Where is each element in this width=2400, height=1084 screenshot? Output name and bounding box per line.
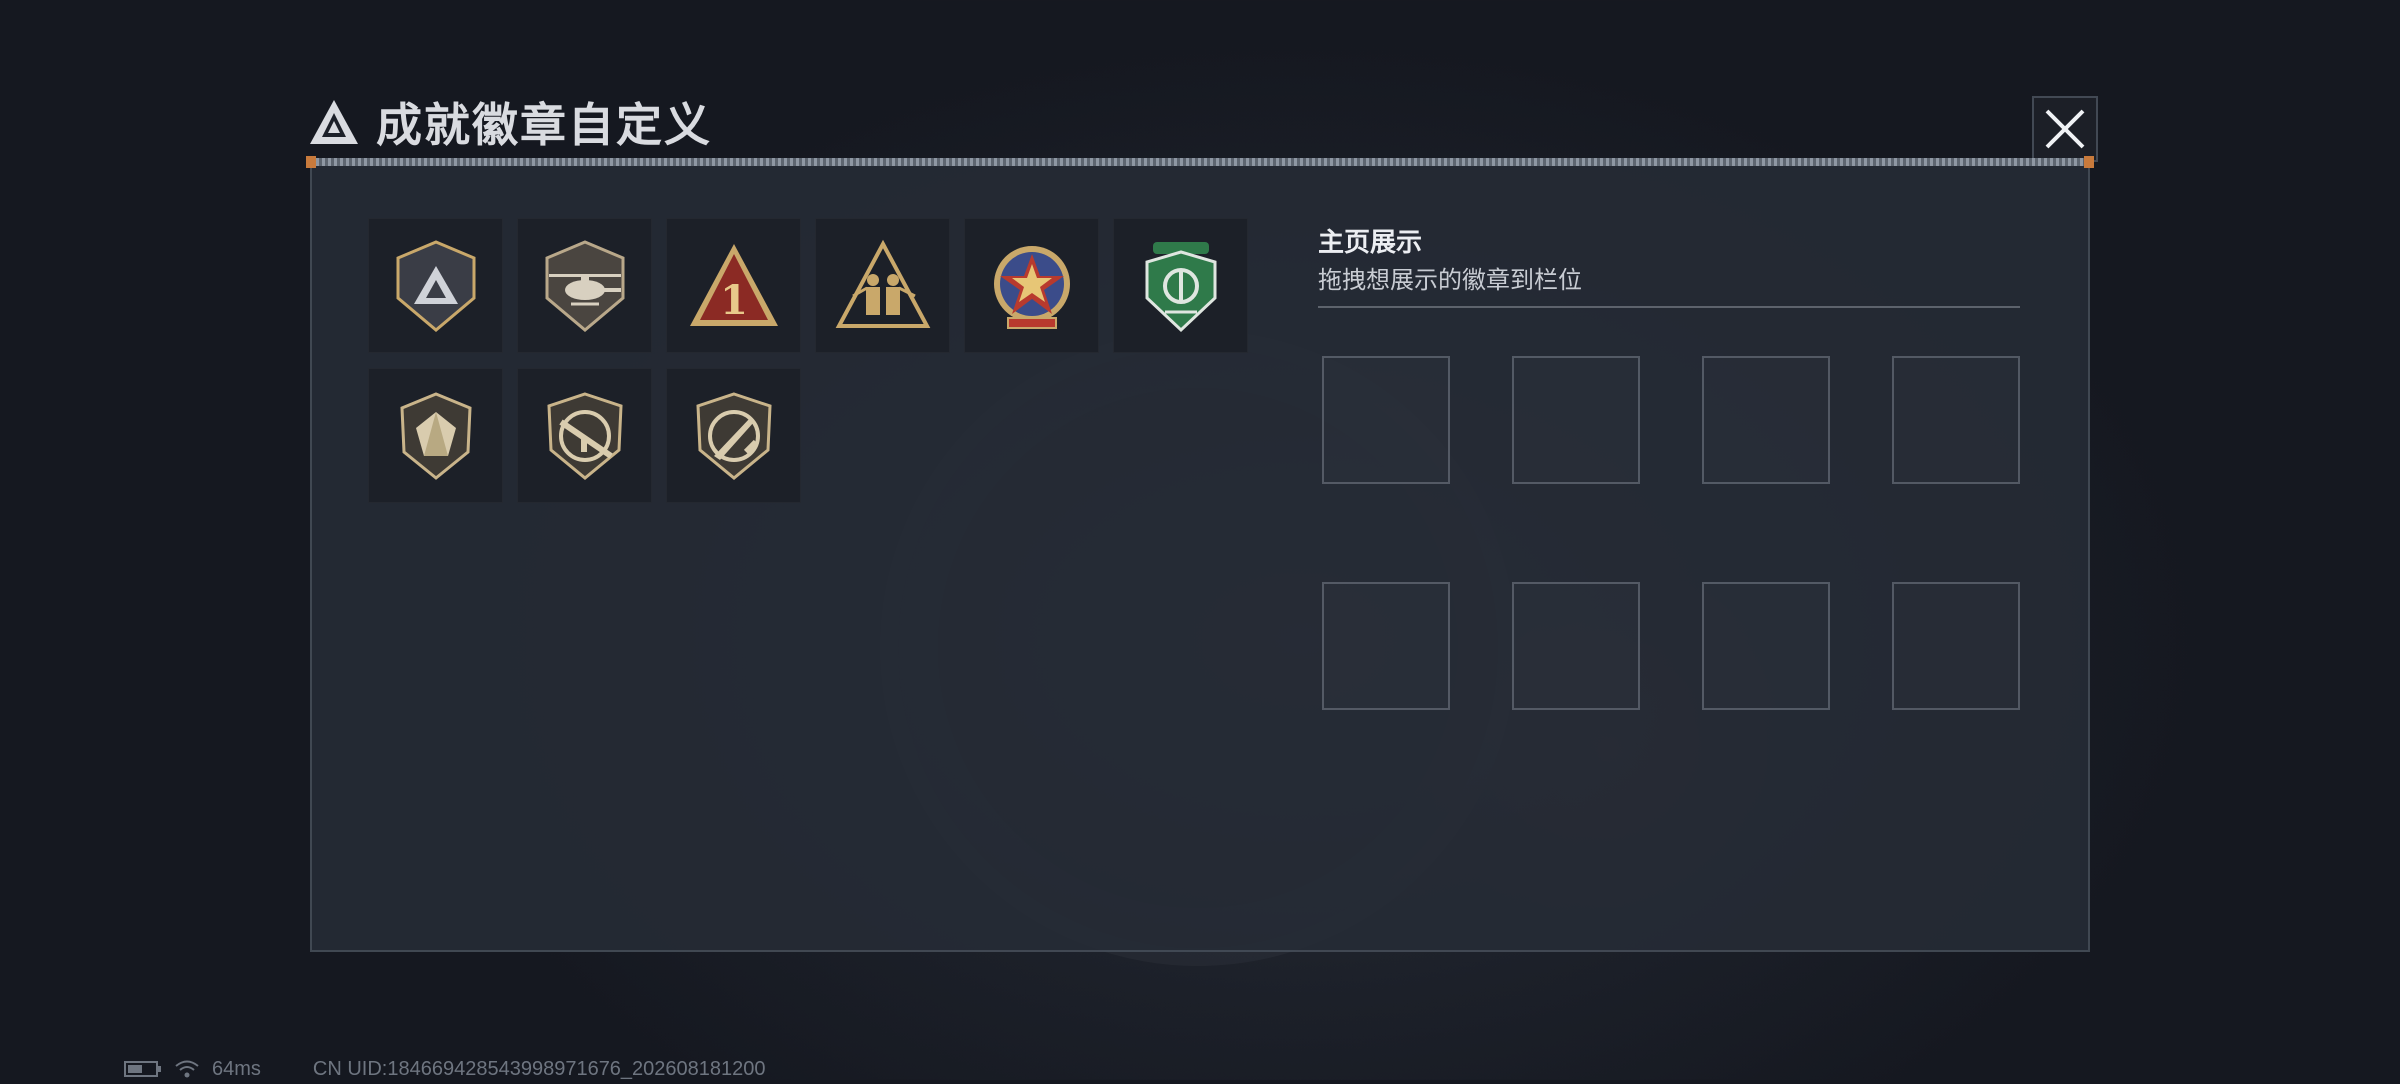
showcase-divider: [1318, 306, 2020, 308]
showcase-slot[interactable]: [1512, 582, 1640, 710]
helicopter-badge-icon: [545, 239, 624, 332]
green-shield-badge-icon: [1145, 241, 1216, 332]
close-button[interactable]: [2032, 96, 2098, 162]
badge-slot-number-one[interactable]: 1: [666, 218, 801, 353]
close-icon: [2045, 109, 2085, 149]
battery-icon: [124, 1061, 161, 1077]
showcase-slot[interactable]: [1322, 356, 1450, 484]
showcase-slot[interactable]: [1892, 582, 2020, 710]
badge-slot-crystal[interactable]: [368, 368, 503, 503]
number-one-badge-icon: 1: [689, 243, 778, 326]
showcase-title: 主页展示: [1318, 228, 1423, 258]
showcase-slot[interactable]: [1322, 582, 1450, 710]
badge-inventory-grid: 1: [368, 218, 1268, 503]
uid-text: CN UID:184669428543998971676_20260818120…: [312, 1057, 766, 1080]
delta-shield-badge-icon: [396, 239, 475, 332]
svg-text:1: 1: [720, 277, 748, 324]
showcase-slot[interactable]: [1512, 356, 1640, 484]
showcase-slot[interactable]: [1702, 356, 1830, 484]
showcase-slot-grid: [1322, 356, 2020, 710]
wifi-icon: [175, 1060, 199, 1078]
badge-slot-star-medal[interactable]: [964, 218, 1099, 353]
star-medal-badge-icon: [993, 245, 1070, 329]
window-title: 成就徽章自定义: [376, 98, 712, 152]
panel-top-border: [306, 156, 2094, 168]
rifle-badge-icon: [546, 391, 623, 480]
badge-slot-helicopter[interactable]: [517, 218, 652, 353]
badge-slot-soldiers[interactable]: [815, 218, 950, 353]
knife-badge-icon: [695, 391, 772, 480]
badge-slot-knife[interactable]: [666, 368, 801, 503]
soldiers-badge-icon: [835, 239, 930, 328]
badge-slot-rifle[interactable]: [517, 368, 652, 503]
showcase-slot[interactable]: [1702, 582, 1830, 710]
showcase-subtitle: 拖拽想展示的徽章到栏位: [1318, 266, 1582, 294]
badge-slot-delta-shield[interactable]: [368, 218, 503, 353]
crystal-badge-icon: [399, 391, 472, 480]
showcase-slot[interactable]: [1892, 356, 2020, 484]
badge-slot-green-shield[interactable]: [1113, 218, 1248, 353]
window-title-bar: 成就徽章自定义: [308, 92, 712, 152]
ping-text: 64ms: [212, 1057, 261, 1080]
delta-logo-icon: [310, 100, 358, 144]
